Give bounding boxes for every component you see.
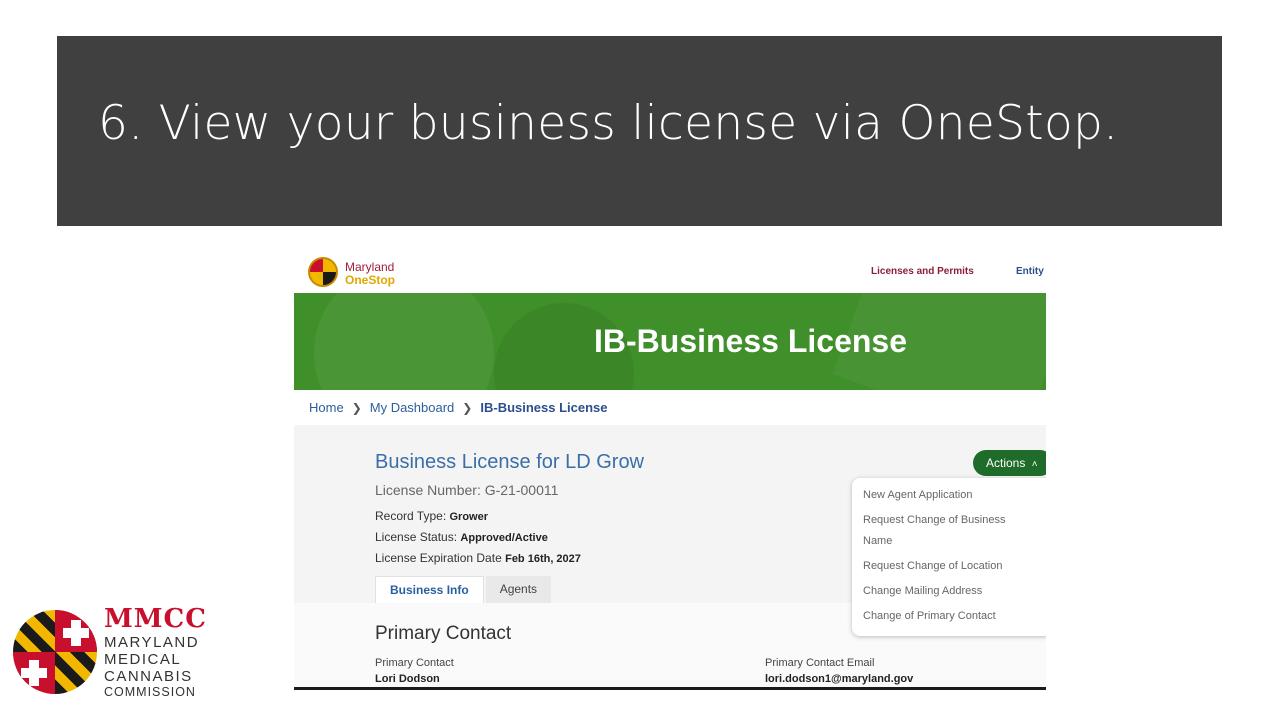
logo-onestop-text[interactable]: OneStop — [345, 274, 395, 286]
tab-business-info[interactable]: Business Info — [375, 576, 484, 603]
primary-contact-heading: Primary Contact — [375, 623, 512, 644]
menu-item-request-change-business-name[interactable]: Request Change of Business Name — [863, 510, 1033, 552]
chevron-right-icon: ❯ — [351, 401, 362, 415]
license-title: Business License for LD Grow — [375, 451, 645, 473]
hero-title: IB-Business License — [594, 323, 907, 359]
actions-button[interactable]: Actions ˄ — [973, 450, 1046, 476]
license-expiration-label: License Expiration Date — [375, 551, 502, 565]
record-type: Record Type: Grower — [375, 509, 488, 523]
slide-title: 6. View your business license via OneSto… — [98, 96, 1119, 151]
license-tabs: Business Info Agents — [375, 576, 552, 603]
license-expiration: License Expiration Date Feb 16th, 2027 — [375, 551, 581, 565]
breadcrumb-home[interactable]: Home — [309, 400, 344, 415]
onestop-screenshot: Maryland OneStop Licenses and Permits En… — [294, 252, 1046, 690]
tab-agents[interactable]: Agents — [485, 576, 552, 603]
flag-cross — [21, 668, 47, 678]
primary-contact-email: lori.dodson1@maryland.gov — [765, 673, 914, 685]
primary-contact-email-label: Primary Contact Email — [765, 657, 875, 669]
chevron-up-icon: ˄ — [1031, 459, 1038, 470]
mmcc-line-maryland: MARYLAND — [104, 634, 200, 651]
top-navigation: Maryland OneStop Licenses and Permits En… — [294, 252, 1046, 293]
mmcc-line-commission: COMMISSION — [104, 685, 196, 699]
mmcc-line-cannabis: CANNABIS — [104, 668, 193, 685]
breadcrumb: Home ❯ My Dashboard ❯ IB-Business License — [309, 400, 608, 415]
chevron-right-icon: ❯ — [462, 401, 473, 415]
logo-maryland-text[interactable]: Maryland — [345, 261, 394, 273]
maryland-seal-icon[interactable] — [308, 257, 338, 287]
license-status: License Status: Approved/Active — [375, 530, 548, 544]
primary-contact-name: Lori Dodson — [375, 673, 440, 685]
maryland-flag-logo-icon — [13, 610, 97, 694]
actions-dropdown-menu: New Agent Application Request Change of … — [852, 478, 1046, 636]
actions-button-label: Actions — [986, 456, 1026, 470]
mmcc-line-medical: MEDICAL — [104, 651, 182, 668]
record-type-label: Record Type: — [375, 509, 447, 523]
menu-item-request-change-location[interactable]: Request Change of Location — [863, 556, 1033, 577]
hero-banner: IB-Business License — [294, 293, 1046, 390]
breadcrumb-current: IB-Business License — [480, 400, 608, 415]
nav-entity[interactable]: Entity — [1016, 266, 1044, 277]
hero-decoration — [314, 293, 494, 390]
menu-item-change-mailing-address[interactable]: Change Mailing Address — [863, 581, 1033, 602]
flag-cross — [63, 628, 89, 638]
license-status-label: License Status: — [375, 530, 458, 544]
menu-item-change-primary-contact[interactable]: Change of Primary Contact — [863, 606, 1033, 627]
breadcrumb-dashboard[interactable]: My Dashboard — [370, 400, 455, 415]
license-expiration-value: Feb 16th, 2027 — [505, 553, 581, 565]
nav-licenses-and-permits[interactable]: Licenses and Permits — [871, 266, 974, 277]
primary-contact-label: Primary Contact — [375, 657, 454, 669]
license-number: License Number: G-21-00011 — [375, 482, 559, 498]
slide-title-banner: 6. View your business license via OneSto… — [57, 36, 1222, 226]
license-status-value: Approved/Active — [460, 532, 548, 544]
record-type-value: Grower — [449, 511, 489, 523]
mmcc-abbreviation: MMCC — [104, 604, 207, 634]
menu-item-new-agent-application[interactable]: New Agent Application — [863, 485, 1033, 506]
